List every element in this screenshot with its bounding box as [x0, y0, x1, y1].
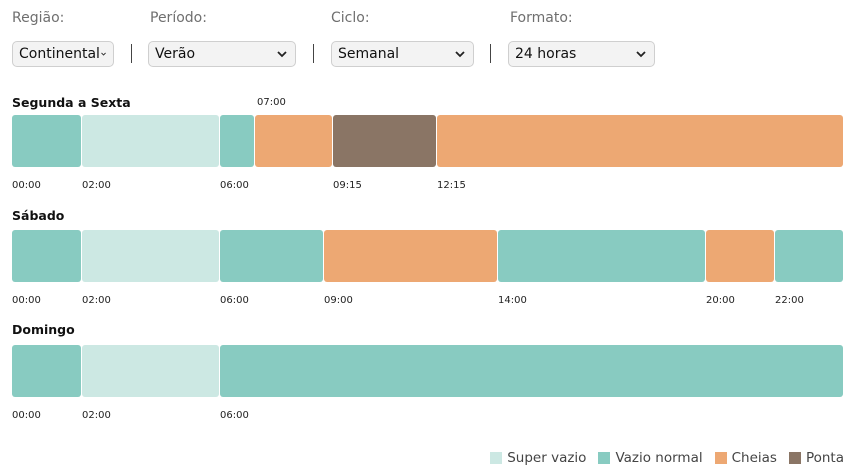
- segment-cheias: [437, 115, 843, 167]
- tick-label: 00:00: [12, 410, 41, 421]
- segment-cheias: [324, 230, 497, 282]
- legend-item-cheias: Cheias: [714, 450, 777, 466]
- ciclo-value: Semanal: [338, 46, 400, 62]
- formato-label: Formato:: [510, 10, 573, 26]
- tick-label: 20:00: [706, 295, 735, 306]
- tick-label: 06:00: [220, 180, 249, 191]
- tick-label: 09:15: [333, 180, 362, 191]
- regiao-value: Continental: [19, 46, 100, 62]
- chevron-down-icon: [101, 52, 106, 56]
- segment-vazio-normal: [12, 115, 81, 167]
- tick-label: 06:00: [220, 410, 249, 421]
- formato-value: 24 horas: [515, 46, 577, 62]
- timeline-bar-weekday: [12, 115, 844, 167]
- regiao-label: Região:: [12, 10, 65, 26]
- filter-separator: [313, 44, 314, 63]
- ciclo-select[interactable]: Semanal: [331, 41, 474, 67]
- segment-super-vazio: [82, 345, 219, 397]
- segment-ponta: [333, 115, 436, 167]
- segment-cheias: [255, 115, 332, 167]
- segment-super-vazio: [82, 230, 219, 282]
- regiao-select[interactable]: Continental: [12, 41, 114, 67]
- ciclo-label: Ciclo:: [331, 10, 370, 26]
- tick-label: 00:00: [12, 295, 41, 306]
- filter-separator: [131, 44, 132, 63]
- legend: Super vazio Vazio normal Cheias Ponta: [490, 450, 844, 466]
- legend-label: Cheias: [731, 450, 777, 466]
- periodo-label: Período:: [150, 10, 207, 26]
- tick-label: 02:00: [82, 180, 111, 191]
- legend-swatch: [490, 452, 503, 464]
- chevron-down-icon: [636, 51, 646, 58]
- chevron-down-icon: [277, 51, 287, 58]
- formato-select[interactable]: 24 horas: [508, 41, 655, 67]
- segment-vazio-normal: [12, 230, 81, 282]
- tick-label: 14:00: [498, 295, 527, 306]
- legend-item-super-vazio: Super vazio: [490, 450, 586, 466]
- legend-swatch: [598, 452, 611, 464]
- legend-swatch: [788, 452, 801, 464]
- segment-super-vazio: [82, 115, 219, 167]
- filter-separator: [490, 44, 491, 63]
- tick-label: 02:00: [82, 410, 111, 421]
- legend-label: Ponta: [805, 450, 844, 466]
- timeline-bar-sunday: [12, 345, 844, 397]
- segment-vazio-normal: [220, 230, 323, 282]
- annotation-label: 07:00: [257, 97, 286, 108]
- tick-label: 22:00: [775, 295, 804, 306]
- segment-vazio-normal: [12, 345, 81, 397]
- tick-label: 00:00: [12, 180, 41, 191]
- periodo-select[interactable]: Verão: [148, 41, 296, 67]
- legend-swatch: [714, 452, 727, 464]
- tick-label: 02:00: [82, 295, 111, 306]
- legend-label: Vazio normal: [615, 450, 703, 466]
- tick-label: 12:15: [437, 180, 466, 191]
- tick-label: 09:00: [324, 295, 353, 306]
- segment-vazio-normal: [220, 115, 254, 167]
- segment-cheias: [706, 230, 774, 282]
- timeline-bar-saturday: [12, 230, 844, 282]
- day-title-sabado: Sábado: [12, 208, 65, 223]
- segment-vazio-normal: [498, 230, 705, 282]
- tick-label: 06:00: [220, 295, 249, 306]
- legend-item-ponta: Ponta: [788, 450, 844, 466]
- day-title-segunda-sexta: Segunda a Sexta: [12, 95, 131, 110]
- chevron-down-icon: [455, 51, 465, 58]
- segment-vazio-normal: [220, 345, 843, 397]
- periodo-value: Verão: [155, 46, 196, 62]
- day-title-domingo: Domingo: [12, 322, 75, 337]
- legend-item-vazio-normal: Vazio normal: [598, 450, 703, 466]
- legend-label: Super vazio: [507, 450, 587, 466]
- segment-vazio-normal: [775, 230, 843, 282]
